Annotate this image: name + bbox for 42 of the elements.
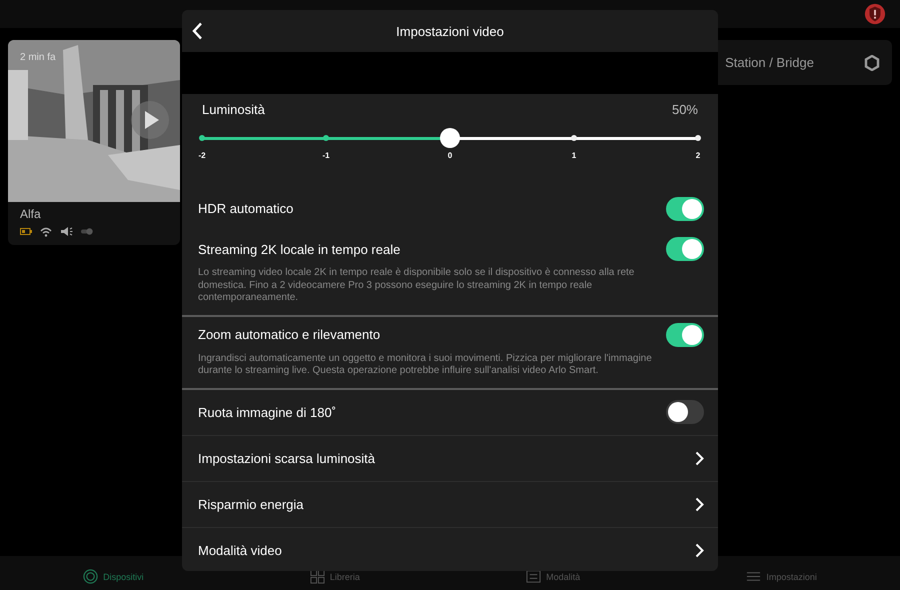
brightness-label: Luminosità [202, 102, 265, 117]
toggle-icon [81, 228, 93, 235]
toggle-switch[interactable] [666, 196, 704, 220]
tick-label: 0 [448, 151, 452, 160]
station-label: Station / Bridge [725, 55, 814, 70]
tick-label: 2 [696, 151, 700, 160]
brightness-reading: 50% [672, 102, 698, 117]
panel-icon [526, 569, 542, 584]
tab[interactable]: Dispositivi [83, 569, 144, 584]
chevron-icon[interactable] [695, 542, 704, 558]
setting-label: HDR automatico [198, 201, 294, 216]
shield-alert-icon[interactable] [864, 3, 886, 25]
setting-label: Modalità video [198, 542, 282, 558]
tab[interactable]: Impostazioni [746, 569, 817, 584]
camera-card[interactable]: 2 min fa Alfa [8, 40, 180, 245]
battery-icon [20, 228, 32, 235]
wifi-icon [40, 226, 52, 236]
toggle-switch[interactable] [666, 322, 704, 346]
setting-description: Lo streaming video locale 2K in tempo reale è disponibile solo se il dispositivo è connesso alla rete domestica. Fino a 2 videocamere Pro 3 possono eseguire lo streaming 2K in tempo reale contemporaneamente. [198, 267, 636, 305]
toggle-switch[interactable] [666, 237, 704, 261]
speaker-icon [60, 226, 73, 237]
play-icon[interactable] [130, 100, 170, 140]
setting-label: Streaming 2K locale in tempo reale [198, 242, 400, 256]
timestamp: 2 min fa [20, 52, 56, 63]
target-icon [83, 569, 98, 584]
setting-label: Risparmio energia [198, 496, 304, 512]
tick-label: -1 [322, 151, 330, 160]
tick-label: 1 [572, 151, 576, 160]
setting-label: Zoom automatico e rilevamento [198, 327, 380, 342]
setting-description: Ingrandisci automaticamente un oggetto e monitora i suoi movimenti. Pizzica per migliorare l'immagine durante lo streaming live. Questa operazione potrebbe influire sull'analisi video Arlo Smart. [198, 352, 653, 378]
back-icon[interactable] [192, 22, 203, 40]
settings-icon[interactable] [864, 54, 880, 70]
toggle-switch[interactable] [666, 400, 704, 424]
setting-label: Impostazioni scarsa luminosità [198, 450, 376, 466]
tab[interactable]: Modalità [526, 569, 580, 584]
brightness-slider[interactable] [202, 127, 698, 149]
setting-label: Ruota immagine di 180˚ [198, 404, 336, 420]
tick-label: -2 [198, 151, 206, 160]
chevron-icon[interactable] [695, 496, 704, 512]
chevron-icon[interactable] [695, 450, 704, 466]
dialog-title: Impostazioni video [396, 24, 504, 38]
camera-name: Alfa [19, 206, 42, 223]
